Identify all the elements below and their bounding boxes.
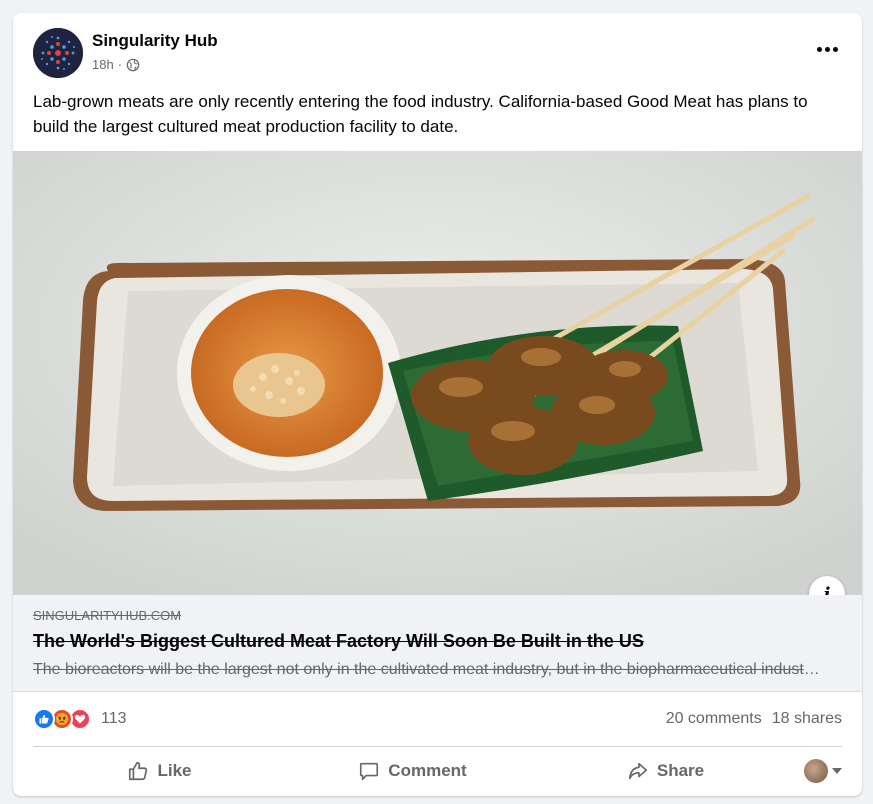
user-avatar xyxy=(804,759,828,783)
like-button[interactable]: Like xyxy=(33,753,286,789)
reactions-summary[interactable]: 113 xyxy=(33,707,127,731)
link-title[interactable]: The World's Biggest Cultured Meat Factor… xyxy=(33,631,644,652)
singularity-hub-logo xyxy=(33,28,83,78)
satay-photo xyxy=(13,151,862,595)
comment-button[interactable]: Comment xyxy=(286,753,539,789)
reaction-count: 113 xyxy=(101,710,127,727)
more-options-button[interactable] xyxy=(812,37,842,61)
link-preview[interactable]: SINGULARITYHUB.COM The World's Biggest C… xyxy=(13,595,862,692)
post-timestamp[interactable]: 18h xyxy=(92,57,114,72)
comment-icon xyxy=(360,762,379,781)
like-reaction-icon xyxy=(33,708,55,730)
thumbs-up-icon xyxy=(129,761,148,781)
engagement-counts: 20 comments 18 shares xyxy=(666,710,842,728)
page-name-link[interactable]: Singularity Hub xyxy=(92,31,218,51)
comment-label: Comment xyxy=(388,761,467,780)
like-label: Like xyxy=(157,761,192,780)
reaction-as-selector[interactable] xyxy=(792,759,842,783)
meta-separator: · xyxy=(117,57,123,72)
link-domain: SINGULARITYHUB.COM xyxy=(33,608,182,623)
action-divider xyxy=(33,746,842,747)
post-text: Lab-grown meats are only recently enteri… xyxy=(33,92,808,136)
post-card: Singularity Hub 18h · Lab-grown meats ar… xyxy=(13,13,862,796)
share-icon xyxy=(628,762,647,780)
link-description: The bioreactors will be the largest not … xyxy=(33,661,823,678)
share-button[interactable]: Share xyxy=(539,753,792,789)
share-label: Share xyxy=(656,761,705,780)
page-avatar[interactable] xyxy=(33,28,83,78)
post-image[interactable]: i xyxy=(13,151,862,595)
post-meta: 18h · xyxy=(92,57,140,72)
post-actions: Like Comment Share xyxy=(33,751,842,791)
chevron-down-icon xyxy=(832,768,842,774)
shares-count-link[interactable]: 18 shares xyxy=(772,710,842,728)
more-options-icon xyxy=(816,46,822,52)
globe-icon xyxy=(126,58,140,71)
comments-count-link[interactable]: 20 comments xyxy=(666,710,762,728)
post-header: Singularity Hub 18h · xyxy=(13,13,862,93)
